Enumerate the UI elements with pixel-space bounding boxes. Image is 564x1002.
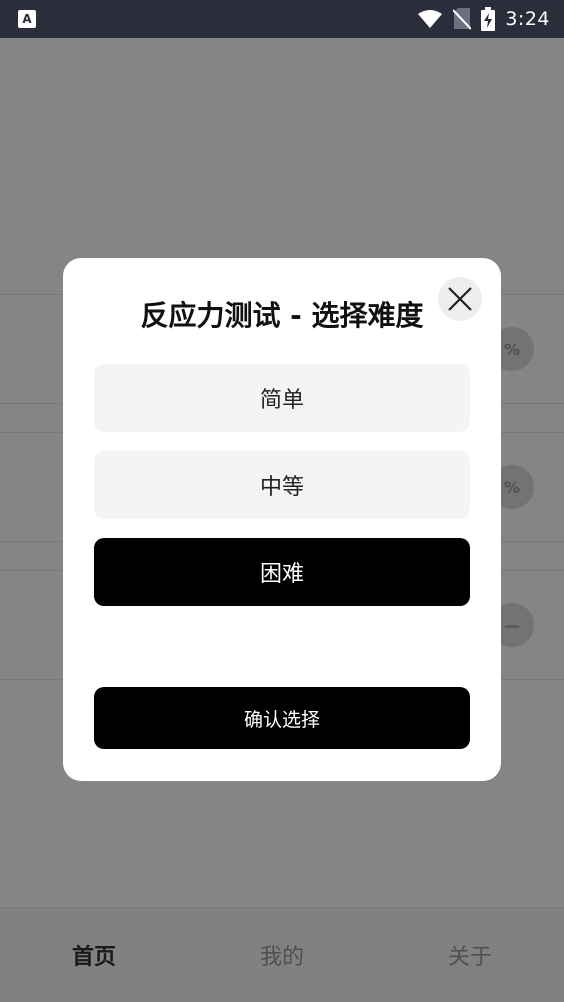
no-sim-icon [453, 8, 472, 30]
status-right: 3:24 [417, 7, 550, 31]
status-left: A [18, 10, 36, 28]
close-button[interactable] [438, 277, 482, 321]
status-time: 3:24 [505, 8, 550, 30]
difficulty-dialog: 反应力测试 - 选择难度 简单 中等 困难 确认选择 [63, 258, 501, 781]
option-hard[interactable]: 困难 [94, 538, 470, 606]
status-bar: A 3:24 [0, 0, 564, 38]
wifi-icon [418, 10, 443, 28]
battery-charging-icon [481, 7, 496, 31]
app-notification-icon: A [18, 10, 36, 28]
close-icon [448, 287, 472, 311]
dialog-title: 反应力测试 - 选择难度 [140, 299, 424, 332]
confirm-button[interactable]: 确认选择 [94, 687, 470, 749]
option-medium[interactable]: 中等 [94, 451, 470, 519]
option-easy[interactable]: 简单 [94, 364, 470, 432]
